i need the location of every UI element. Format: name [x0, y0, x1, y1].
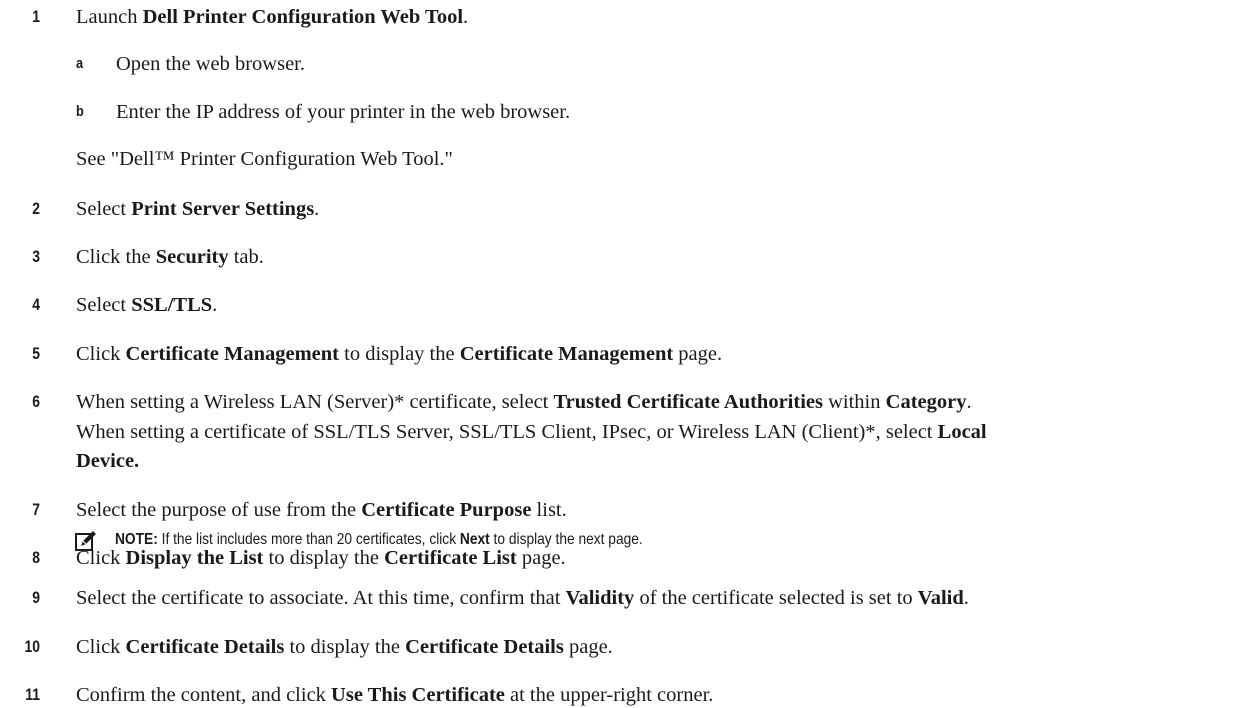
text-run: .	[963, 587, 969, 609]
text-run: page.	[673, 343, 723, 365]
text-run: Click	[76, 343, 126, 365]
substep-letter: b	[76, 103, 84, 120]
text-run: .	[212, 294, 218, 316]
bold-term: Validity	[565, 587, 635, 609]
bold-term: Trusted Certificate Authorities	[553, 391, 823, 413]
bold-term: Print Server Settings	[131, 198, 315, 220]
step-text: Select SSL/TLS.	[76, 292, 217, 318]
text-run: When setting a Wireless LAN (Server)* ce…	[76, 391, 554, 413]
pencil-note-icon	[75, 531, 96, 551]
bold-term: Certificate Details	[405, 636, 564, 658]
bold-term: Next	[459, 531, 490, 548]
step-text: Launch Dell Printer Configuration Web To…	[76, 4, 468, 30]
bold-term: Local	[937, 421, 987, 443]
bold-term: Security	[155, 246, 229, 268]
step-number: 6	[32, 392, 40, 411]
bold-term: Certificate Management	[125, 343, 339, 365]
step-text: Click Certificate Details to display the…	[76, 634, 613, 660]
step-text: When setting a certificate of SSL/TLS Se…	[76, 419, 987, 445]
step-number: 3	[32, 247, 40, 266]
text-run: Confirm the content, and click	[76, 684, 332, 706]
text-run: page.	[563, 636, 613, 658]
bold-term: Device.	[76, 450, 140, 472]
text-run: When setting a certificate of SSL/TLS Se…	[76, 421, 938, 443]
step-text: Enter the IP address of your printer in …	[116, 99, 570, 125]
bold-term: Category	[885, 391, 967, 413]
text-run: to display the	[339, 343, 460, 365]
text-run: Select the certificate to associate. At …	[76, 587, 566, 609]
step-text: Open the web browser.	[116, 51, 305, 77]
text-run: at the upper-right corner.	[504, 684, 714, 706]
text-run: Enter the IP address of your printer in …	[116, 101, 571, 123]
step-text: When setting a Wireless LAN (Server)* ce…	[76, 389, 972, 415]
bold-term: Dell Printer Configuration Web Tool	[142, 6, 464, 28]
text-run: of the certificate selected is set to	[634, 587, 918, 609]
text-run: Select	[76, 294, 132, 316]
text-run: to display the	[284, 636, 406, 658]
text-run: Click	[76, 636, 126, 658]
text-run: .	[314, 198, 320, 220]
step-text: Select the certificate to associate. At …	[76, 585, 969, 611]
step-text: See "Dell™ Printer Configuration Web Too…	[76, 146, 453, 172]
text-run: within	[822, 391, 886, 413]
text-run: .	[463, 6, 469, 28]
bold-term: Certificate Purpose	[361, 499, 532, 521]
step-text: Confirm the content, and click Use This …	[76, 682, 713, 708]
text-run: Select	[76, 198, 132, 220]
step-text: Click the Security tab.	[76, 244, 264, 270]
text-run: If the list includes more than 20 certif…	[157, 531, 460, 548]
step-number: 1	[32, 7, 40, 26]
step-number: 8	[32, 548, 40, 567]
step-number: 4	[32, 295, 40, 314]
text-run: Open the web browser.	[116, 53, 306, 75]
text-run: Click the	[76, 246, 156, 268]
text-run: to display the next page.	[489, 531, 643, 548]
step-number: 11	[25, 685, 40, 704]
step-number: 7	[32, 500, 40, 519]
instruction-page: 1 Launch Dell Printer Configuration Web T…	[0, 0, 1245, 706]
step-text: Click Certificate Management to display …	[76, 341, 722, 367]
bold-term: Certificate Management	[459, 343, 674, 365]
text-run: tab.	[228, 246, 264, 268]
text-run: list.	[531, 499, 567, 521]
bold-term: Use This Certificate	[331, 684, 505, 706]
step-text: Select Print Server Settings.	[76, 196, 319, 222]
text-run: Select the purpose of use from the	[76, 499, 362, 521]
step-text: Device.	[76, 448, 139, 474]
step-number: 9	[32, 588, 40, 607]
step-text: Select the purpose of use from the Certi…	[76, 497, 567, 523]
bold-term: Certificate Details	[125, 636, 285, 658]
bold-term: NOTE:	[115, 531, 158, 548]
substep-letter: a	[76, 55, 84, 72]
step-number: 2	[32, 199, 40, 218]
text-run: Launch	[76, 6, 143, 28]
text-run: .	[966, 391, 972, 413]
note-text: NOTE: If the list includes more than 20 …	[115, 527, 643, 553]
text-run: See "Dell™ Printer Configuration Web Too…	[76, 148, 453, 170]
bold-term: SSL/TLS	[131, 294, 213, 316]
step-number: 5	[32, 344, 40, 363]
step-number: 10	[24, 637, 40, 656]
bold-term: Valid	[917, 587, 964, 609]
